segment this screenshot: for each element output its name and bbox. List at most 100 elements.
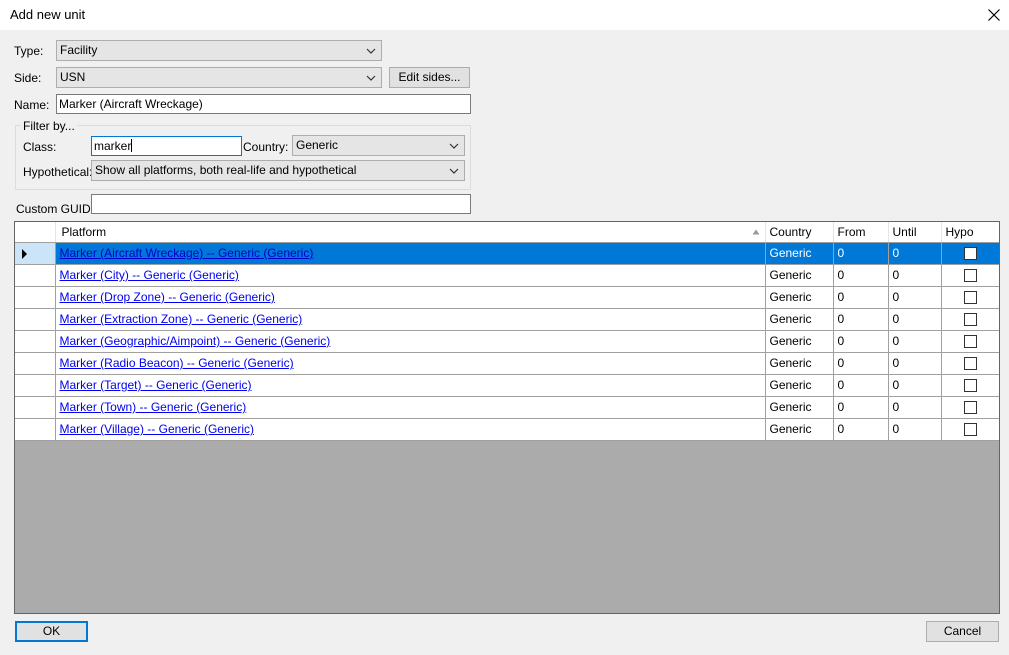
cell-country: Generic	[765, 242, 834, 265]
table-row[interactable]: Marker (Town) -- Generic (Generic) Generi…	[15, 396, 999, 419]
cell-hypo	[941, 374, 999, 397]
hypo-checkbox[interactable]	[964, 291, 977, 305]
cell-country: Generic	[765, 352, 834, 375]
row-header[interactable]	[15, 286, 56, 309]
cell-hypo	[941, 330, 999, 353]
cell-from: 0	[833, 352, 889, 375]
hypothetical-label: Hypothetical:	[23, 165, 93, 179]
hypothetical-dropdown[interactable]: Show all platforms, both real-life and h…	[91, 160, 465, 181]
cell-country: Generic	[765, 286, 834, 309]
name-label: Name:	[14, 98, 50, 112]
sort-ascending-icon	[752, 229, 759, 235]
cell-from: 0	[833, 374, 889, 397]
cell-until: 0	[888, 308, 942, 331]
table-row[interactable]: Marker (Aircraft Wreckage) -- Generic (G…	[15, 242, 999, 265]
chevron-down-icon	[366, 75, 376, 81]
cell-until: 0	[888, 396, 942, 419]
cell-hypo	[941, 308, 999, 331]
cancel-button[interactable]: Cancel	[926, 621, 999, 642]
window-title: Add new unit	[10, 7, 86, 22]
close-icon	[988, 9, 1000, 21]
hypo-checkbox[interactable]	[964, 313, 977, 327]
table-row[interactable]: Marker (Radio Beacon) -- Generic (Generi…	[15, 352, 999, 375]
column-header-until[interactable]: Until	[888, 222, 942, 243]
side-label: Side:	[14, 71, 42, 85]
hypo-checkbox[interactable]	[964, 335, 977, 349]
cell-hypo	[941, 242, 999, 265]
platform-grid[interactable]: Platform Country From Until Hypo Marker …	[14, 221, 1000, 614]
hypo-checkbox[interactable]	[964, 247, 977, 261]
cell-until: 0	[888, 352, 942, 375]
row-header-corner	[15, 222, 56, 243]
hypo-checkbox[interactable]	[964, 269, 977, 283]
country-value: Generic	[296, 138, 339, 152]
cell-platform-link[interactable]: Marker (Target) -- Generic (Generic)	[55, 374, 766, 397]
cell-from: 0	[833, 396, 889, 419]
cell-until: 0	[888, 330, 942, 353]
cell-platform-link[interactable]: Marker (Drop Zone) -- Generic (Generic)	[55, 286, 766, 309]
table-row[interactable]: Marker (Extraction Zone) -- Generic (Gen…	[15, 308, 999, 331]
row-header[interactable]	[15, 264, 56, 287]
side-dropdown[interactable]: USN	[56, 67, 382, 88]
cell-hypo	[941, 418, 999, 441]
type-label: Type:	[14, 44, 44, 58]
type-dropdown[interactable]: Facility	[56, 40, 382, 61]
cell-hypo	[941, 286, 999, 309]
cell-until: 0	[888, 242, 942, 265]
cell-from: 0	[833, 330, 889, 353]
table-row[interactable]: Marker (Target) -- Generic (Generic) Gene…	[15, 374, 999, 397]
ok-button[interactable]: OK	[15, 621, 88, 642]
row-header[interactable]	[15, 396, 56, 419]
cell-platform-link[interactable]: Marker (Extraction Zone) -- Generic (Gen…	[55, 308, 766, 331]
cell-until: 0	[888, 418, 942, 441]
cell-platform-link[interactable]: Marker (Town) -- Generic (Generic)	[55, 396, 766, 419]
cell-until: 0	[888, 286, 942, 309]
table-row[interactable]: Marker (Drop Zone) -- Generic (Generic) G…	[15, 286, 999, 309]
country-dropdown[interactable]: Generic	[292, 135, 465, 156]
cell-country: Generic	[765, 396, 834, 419]
chevron-down-icon	[366, 48, 376, 54]
name-input[interactable]: Marker (Aircraft Wreckage)	[56, 94, 471, 114]
row-header[interactable]	[15, 374, 56, 397]
country-label: Country:	[243, 140, 289, 154]
table-row[interactable]: Marker (Geographic/Aimpoint) -- Generic …	[15, 330, 999, 353]
cell-hypo	[941, 264, 999, 287]
platform-table: Platform Country From Until Hypo Marker …	[15, 222, 999, 441]
class-label: Class:	[23, 140, 57, 154]
cell-platform-link[interactable]: Marker (Radio Beacon) -- Generic (Generi…	[55, 352, 766, 375]
column-header-from[interactable]: From	[833, 222, 889, 243]
cell-from: 0	[833, 264, 889, 287]
close-button[interactable]	[979, 0, 1009, 30]
guid-label: Custom GUID:	[16, 202, 95, 216]
row-header[interactable]	[15, 242, 56, 265]
row-header[interactable]	[15, 352, 56, 375]
table-row[interactable]: Marker (Village) -- Generic (Generic) Gen…	[15, 418, 999, 441]
side-value: USN	[60, 70, 86, 84]
hypothetical-value: Show all platforms, both real-life and h…	[95, 163, 357, 177]
cell-platform-link[interactable]: Marker (Geographic/Aimpoint) -- Generic …	[55, 330, 766, 353]
cell-from: 0	[833, 308, 889, 331]
cell-platform-link[interactable]: Marker (Aircraft Wreckage) -- Generic (G…	[55, 242, 766, 265]
row-header[interactable]	[15, 308, 56, 331]
column-header-platform[interactable]: Platform	[55, 222, 766, 243]
hypo-checkbox[interactable]	[964, 357, 977, 371]
guid-input[interactable]	[91, 194, 471, 214]
class-filter-input[interactable]: marker	[91, 136, 242, 156]
row-header[interactable]	[15, 418, 56, 441]
type-value: Facility	[60, 43, 98, 57]
cell-country: Generic	[765, 418, 834, 441]
hypo-checkbox[interactable]	[964, 423, 977, 437]
cell-from: 0	[833, 286, 889, 309]
cell-platform-link[interactable]: Marker (Village) -- Generic (Generic)	[55, 418, 766, 441]
cell-country: Generic	[765, 264, 834, 287]
column-header-hypo[interactable]: Hypo	[941, 222, 999, 243]
table-row[interactable]: Marker (City) -- Generic (Generic) Generi…	[15, 264, 999, 287]
title-bar: Add new unit	[0, 0, 1009, 30]
hypo-checkbox[interactable]	[964, 401, 977, 415]
hypo-checkbox[interactable]	[964, 379, 977, 393]
row-header[interactable]	[15, 330, 56, 353]
cell-platform-link[interactable]: Marker (City) -- Generic (Generic)	[55, 264, 766, 287]
edit-sides-button[interactable]: Edit sides...	[389, 67, 470, 88]
chevron-down-icon	[449, 168, 459, 174]
column-header-country[interactable]: Country	[765, 222, 834, 243]
